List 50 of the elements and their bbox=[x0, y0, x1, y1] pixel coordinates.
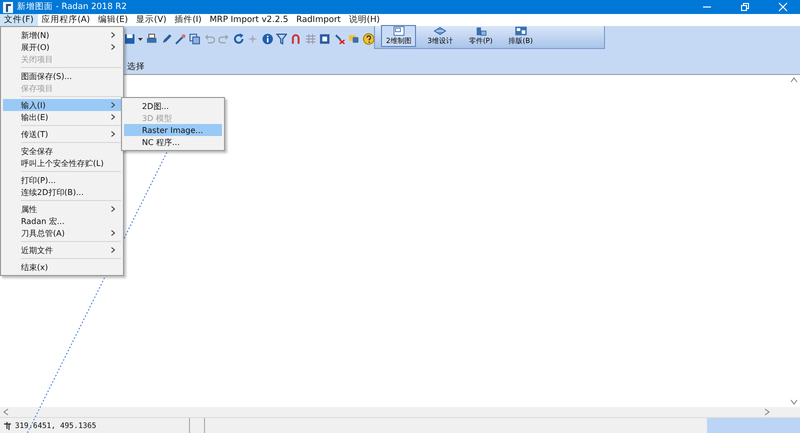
save-icon[interactable] bbox=[124, 32, 136, 44]
menu-item[interactable]: 编辑(E) bbox=[94, 14, 132, 26]
menu-item[interactable]: 结束(x) bbox=[3, 261, 121, 273]
wand-icon[interactable] bbox=[175, 32, 186, 44]
scroll-up-icon[interactable] bbox=[790, 77, 798, 83]
scroll-down-icon[interactable] bbox=[790, 399, 798, 405]
menu-item[interactable]: 打印(P)... bbox=[3, 174, 121, 186]
scroll-right-icon[interactable] bbox=[764, 408, 770, 416]
menu-item[interactable]: 展开(O) bbox=[3, 41, 121, 53]
restore-icon[interactable] bbox=[740, 2, 750, 12]
refresh-icon[interactable] bbox=[232, 32, 244, 44]
menu-item[interactable]: 显示(V) bbox=[132, 14, 170, 26]
menu-item[interactable]: 新增(N) bbox=[3, 29, 121, 41]
cursor-icon bbox=[3, 421, 12, 430]
menu-item[interactable]: 安全保存 bbox=[3, 145, 121, 157]
menu-item[interactable]: 应用程序(A) bbox=[38, 14, 94, 26]
menu-item[interactable]: Raster Image... bbox=[124, 124, 222, 136]
help-icon[interactable] bbox=[362, 32, 374, 44]
copy-icon[interactable] bbox=[189, 32, 201, 44]
menu-item[interactable]: Radan 宏... bbox=[3, 215, 121, 227]
toolbar-label: 选择 bbox=[127, 61, 145, 73]
pencil-icon[interactable] bbox=[160, 32, 172, 44]
menu-item[interactable]: 文件(F) bbox=[0, 14, 38, 26]
menu-item[interactable]: 属性 bbox=[3, 203, 121, 215]
horizontal-scrollbar[interactable] bbox=[0, 407, 800, 417]
menu-item[interactable]: 连续2D打印(B)... bbox=[3, 186, 121, 198]
menu-item[interactable]: 传送(T) bbox=[3, 128, 121, 140]
menu-item[interactable]: RadImport bbox=[292, 14, 345, 26]
chat-icon[interactable] bbox=[348, 32, 360, 44]
menu-item[interactable]: 2D图... bbox=[124, 100, 222, 112]
menu-item[interactable]: 呼叫上个安全性存贮(L) bbox=[3, 157, 121, 169]
cross-icon[interactable] bbox=[334, 32, 346, 44]
menu-item[interactable]: MRP Import v2.2.5 bbox=[206, 14, 292, 26]
magnet-icon[interactable] bbox=[290, 32, 302, 44]
app-icon bbox=[3, 2, 13, 12]
menu-item[interactable]: NC 程序... bbox=[124, 136, 222, 148]
menu-item[interactable]: 插件(I) bbox=[170, 14, 206, 26]
frame-icon[interactable] bbox=[319, 32, 331, 44]
menu-item[interactable]: 图面保存(S)... bbox=[3, 70, 121, 82]
window-title: 新增图面 - Radan 2018 R2 bbox=[17, 1, 127, 13]
menu-item[interactable]: 近期文件 bbox=[3, 244, 121, 256]
menu-item[interactable]: 刀具总管(A) bbox=[3, 227, 121, 239]
scroll-left-icon[interactable] bbox=[3, 408, 9, 416]
menu-item[interactable]: 说明(H) bbox=[344, 14, 384, 26]
filter-icon[interactable] bbox=[276, 32, 288, 44]
printer-icon[interactable] bbox=[146, 32, 158, 44]
close-icon[interactable] bbox=[778, 2, 788, 12]
info-icon[interactable] bbox=[262, 32, 273, 44]
menu-item[interactable]: 输出(E) bbox=[3, 111, 121, 123]
menu-item[interactable]: 输入(I) bbox=[3, 99, 121, 111]
